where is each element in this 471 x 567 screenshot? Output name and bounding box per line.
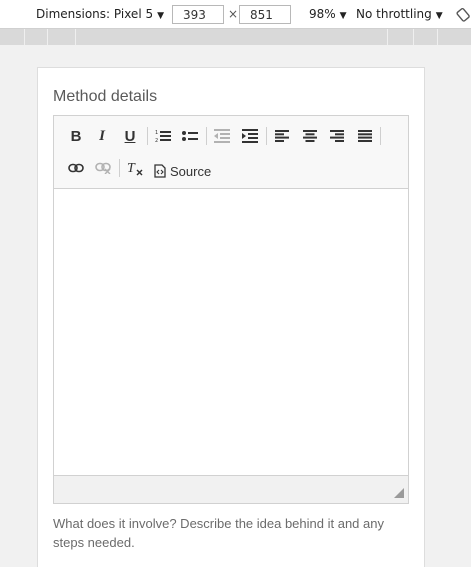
remove-format-button[interactable]: T — [123, 156, 147, 180]
bulleted-list-icon — [182, 131, 198, 141]
chevron-down-icon: ▼ — [157, 11, 165, 21]
editor-status-bar — [54, 475, 408, 503]
device-select[interactable]: Dimensions: Pixel 5 ▼ — [36, 0, 164, 29]
toolbar-separator — [380, 127, 381, 145]
align-left-button[interactable] — [270, 124, 294, 148]
source-button-label: Source — [170, 163, 212, 179]
toolbar-separator — [147, 127, 148, 145]
bold-icon: B — [70, 127, 82, 145]
resize-grip-icon[interactable] — [394, 488, 404, 498]
source-button[interactable]: Source — [154, 159, 211, 183]
chevron-down-icon: ▼ — [339, 11, 347, 21]
height-input[interactable] — [239, 5, 291, 24]
align-left-icon — [275, 130, 289, 142]
underline-button[interactable]: U — [118, 124, 142, 148]
svg-text:2: 2 — [155, 138, 158, 143]
remove-format-icon: T — [127, 161, 143, 176]
width-input[interactable] — [172, 5, 224, 24]
rotate-icon[interactable] — [456, 7, 471, 22]
underline-icon: U — [124, 127, 136, 145]
source-icon — [154, 164, 166, 178]
toolbar-separator — [206, 127, 207, 145]
align-right-icon — [330, 130, 344, 142]
align-right-button[interactable] — [325, 124, 349, 148]
device-select-label: Dimensions: Pixel 5 — [36, 7, 154, 21]
toolbar-separator — [119, 159, 120, 177]
align-center-button[interactable] — [298, 124, 322, 148]
throttling-select-label: No throttling — [356, 7, 432, 21]
form-card: Method details B I U 1 2 T Source What d… — [37, 67, 425, 567]
numbered-list-icon: 1 2 — [155, 130, 171, 143]
numbered-list-button[interactable]: 1 2 — [151, 124, 175, 148]
toolbar-separator — [266, 127, 267, 145]
svg-text:T: T — [127, 161, 136, 176]
bold-button[interactable]: B — [64, 124, 88, 148]
method-details-label: Method details — [53, 88, 158, 105]
italic-icon: I — [99, 127, 105, 144]
indent-icon — [242, 129, 258, 143]
align-center-icon — [303, 130, 317, 142]
zoom-select[interactable]: 98% ▼ — [309, 0, 347, 29]
link-button[interactable] — [64, 156, 88, 180]
justify-button[interactable] — [353, 124, 377, 148]
outdent-icon — [214, 129, 230, 143]
media-query-ruler[interactable] — [0, 29, 471, 45]
throttling-select[interactable]: No throttling ▼ — [356, 0, 443, 29]
device-toolbar: Dimensions: Pixel 5▼ × 98%▼ No throttlin… — [0, 0, 471, 29]
rich-text-editor: B I U 1 2 T Source — [53, 115, 409, 504]
editor-content-area[interactable] — [54, 189, 408, 475]
help-text: What does it involve? Describe the idea … — [53, 516, 384, 550]
italic-button[interactable]: I — [90, 124, 114, 148]
bulleted-list-button[interactable] — [178, 124, 202, 148]
link-icon — [68, 163, 84, 173]
chevron-down-icon: ▼ — [435, 11, 443, 21]
indent-button[interactable] — [238, 124, 262, 148]
zoom-select-label: 98% — [309, 7, 336, 21]
justify-icon — [358, 130, 372, 142]
times-symbol: × — [228, 7, 239, 21]
svg-text:1: 1 — [155, 130, 158, 136]
unlink-icon — [95, 162, 111, 174]
outdent-button[interactable] — [210, 124, 234, 148]
unlink-button[interactable] — [91, 156, 115, 180]
editor-toolbar: B I U 1 2 T Source — [54, 116, 408, 189]
